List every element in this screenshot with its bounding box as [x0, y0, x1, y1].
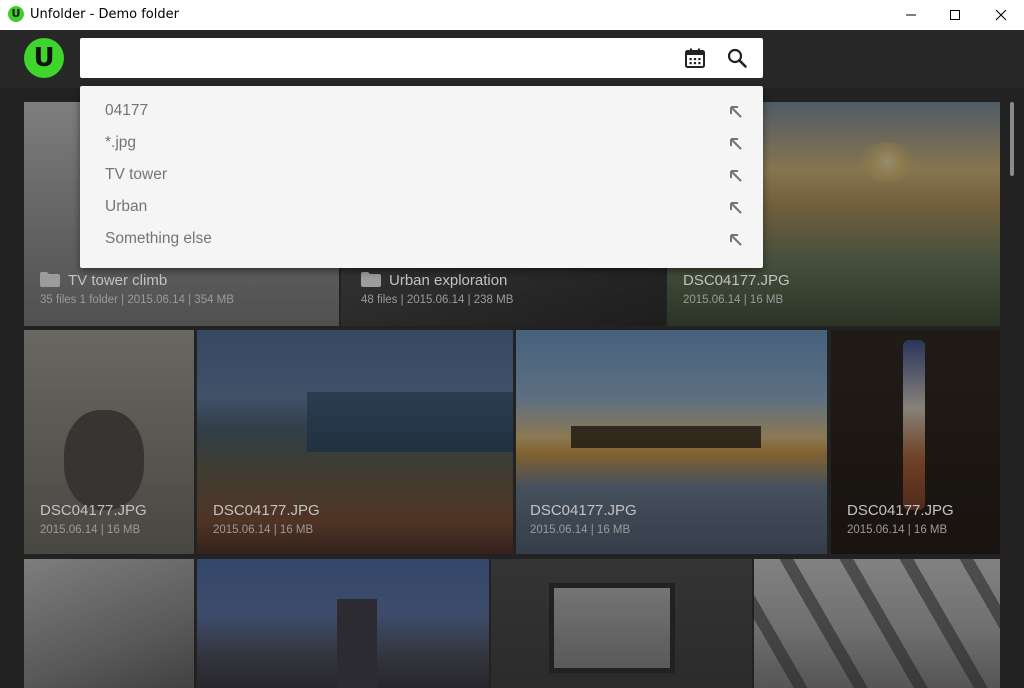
window-title: Unfolder - Demo folder — [30, 7, 179, 22]
minimize-icon — [906, 14, 916, 16]
tile-shade — [24, 559, 194, 688]
scrollbar-thumb[interactable] — [1010, 102, 1014, 176]
search-button[interactable] — [726, 47, 748, 69]
gallery-tile-image[interactable]: DSC04177.JPG 2015.06.14 | 16 MB — [516, 330, 827, 554]
tile-shade — [831, 330, 1000, 554]
window-titlebar: U Unfolder - Demo folder — [0, 0, 1024, 30]
suggestion-item[interactable]: Urban — [80, 192, 763, 224]
tile-shade — [197, 330, 513, 554]
gallery-tile-image[interactable] — [754, 559, 1000, 688]
tile-shade — [516, 330, 827, 554]
search-suggestions: 04177 *.jpg TV tower Urban Something els… — [80, 86, 763, 268]
suggestion-item[interactable]: TV tower — [80, 160, 763, 192]
tile-shade — [491, 559, 752, 688]
gallery-tile-image[interactable]: DSC04177.JPG 2015.06.14 | 16 MB — [831, 330, 1000, 554]
suggestion-item[interactable]: 04177 — [80, 96, 763, 128]
gallery-tile-image[interactable]: DSC04177.JPG 2015.06.14 | 16 MB — [24, 330, 194, 554]
tile-name: DSC04177.JPG — [40, 502, 147, 519]
suggestion-item[interactable]: Something else — [80, 224, 763, 256]
app-header: U — [0, 30, 1024, 88]
search-icon — [727, 48, 747, 68]
tile-name: DSC04177.JPG — [847, 502, 954, 519]
gallery-tile-image[interactable] — [197, 559, 489, 688]
app-logo[interactable]: U — [24, 38, 64, 78]
search-box — [80, 38, 763, 78]
suggestion-item[interactable]: *.jpg — [80, 128, 763, 160]
tile-shade — [197, 559, 489, 688]
maximize-icon — [950, 10, 960, 20]
gallery-tile-image[interactable] — [24, 559, 194, 688]
minimize-button[interactable] — [888, 0, 934, 30]
tile-name: DSC04177.JPG — [683, 272, 790, 289]
tile-name: DSC04177.JPG — [213, 502, 320, 519]
close-icon — [995, 9, 1007, 21]
folder-icon — [361, 272, 381, 287]
search-input[interactable] — [94, 46, 674, 70]
tile-meta: 2015.06.14 | 16 MB — [213, 524, 314, 536]
folder-icon — [40, 272, 60, 287]
arrow-up-left-icon[interactable] — [728, 168, 744, 184]
suggestion-label: 04177 — [105, 102, 149, 119]
tile-meta: 48 files | 2015.06.14 | 238 MB — [361, 294, 514, 306]
tile-meta: 2015.06.14 | 16 MB — [40, 524, 141, 536]
tile-name: Urban exploration — [361, 272, 507, 289]
suggestion-label: Urban — [105, 198, 148, 215]
tile-meta: 2015.06.14 | 16 MB — [683, 294, 784, 306]
tile-shade — [24, 330, 194, 554]
tile-name: DSC04177.JPG — [530, 502, 637, 519]
tile-meta: 2015.06.14 | 16 MB — [847, 524, 948, 536]
arrow-up-left-icon[interactable] — [728, 200, 744, 216]
maximize-button[interactable] — [932, 0, 978, 30]
suggestion-label: *.jpg — [105, 134, 137, 151]
tile-meta: 2015.06.14 | 16 MB — [530, 524, 631, 536]
suggestion-label: Something else — [105, 230, 212, 247]
gallery-tile-image[interactable] — [491, 559, 752, 688]
arrow-up-left-icon[interactable] — [728, 136, 744, 152]
tile-shade — [754, 559, 1000, 688]
gallery-scrollbar[interactable] — [1008, 102, 1016, 688]
gallery-tile-image[interactable]: DSC04177.JPG 2015.06.14 | 16 MB — [197, 330, 513, 554]
arrow-up-left-icon[interactable] — [728, 104, 744, 120]
close-button[interactable] — [978, 0, 1024, 30]
tile-meta: 35 files 1 folder | 2015.06.14 | 354 MB — [40, 294, 234, 306]
arrow-up-left-icon[interactable] — [728, 232, 744, 248]
calendar-button[interactable] — [684, 47, 706, 69]
logo-letter: U — [33, 43, 55, 73]
app-icon: U — [8, 6, 24, 22]
calendar-icon — [685, 48, 705, 68]
suggestion-label: TV tower — [105, 166, 168, 183]
tile-name: TV tower climb — [40, 272, 167, 289]
